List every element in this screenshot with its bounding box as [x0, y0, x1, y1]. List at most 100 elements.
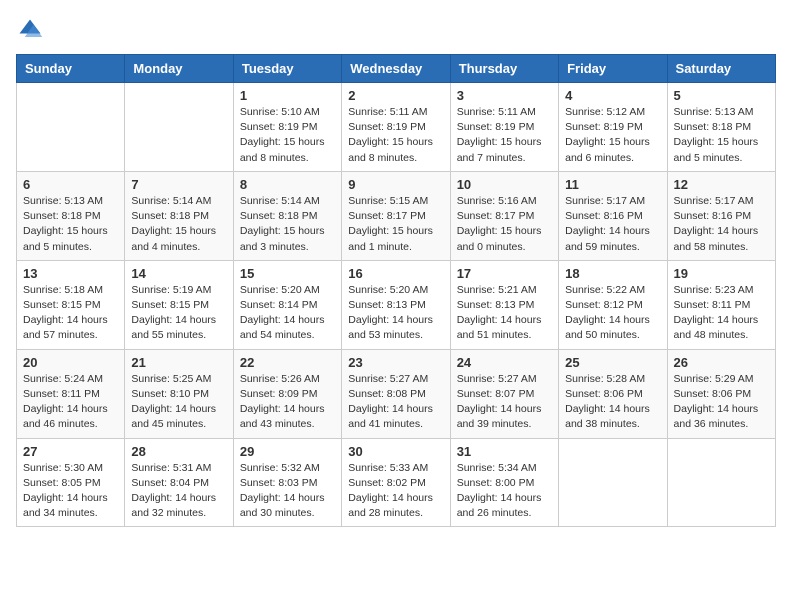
day-info: Sunrise: 5:20 AMSunset: 8:14 PMDaylight:… — [240, 283, 335, 344]
day-number: 21 — [131, 355, 226, 370]
day-number: 18 — [565, 266, 660, 281]
day-info: Sunrise: 5:28 AMSunset: 8:06 PMDaylight:… — [565, 372, 660, 433]
day-number: 26 — [674, 355, 769, 370]
calendar-cell: 7 Sunrise: 5:14 AMSunset: 8:18 PMDaylight… — [125, 171, 233, 260]
day-info: Sunrise: 5:11 AMSunset: 8:19 PMDaylight:… — [457, 105, 552, 166]
calendar-cell: 4 Sunrise: 5:12 AMSunset: 8:19 PMDaylight… — [559, 83, 667, 172]
day-number: 31 — [457, 444, 552, 459]
day-info: Sunrise: 5:32 AMSunset: 8:03 PMDaylight:… — [240, 461, 335, 522]
weekday-header-wednesday: Wednesday — [342, 55, 450, 83]
day-number: 9 — [348, 177, 443, 192]
day-info: Sunrise: 5:29 AMSunset: 8:06 PMDaylight:… — [674, 372, 769, 433]
day-number: 17 — [457, 266, 552, 281]
day-info: Sunrise: 5:13 AMSunset: 8:18 PMDaylight:… — [674, 105, 769, 166]
calendar-week-row: 20Sunrise: 5:24 AMSunset: 8:11 PMDayligh… — [17, 349, 776, 438]
day-info: Sunrise: 5:21 AMSunset: 8:13 PMDaylight:… — [457, 283, 552, 344]
day-number: 29 — [240, 444, 335, 459]
day-info: Sunrise: 5:17 AMSunset: 8:16 PMDaylight:… — [674, 194, 769, 255]
day-number: 3 — [457, 88, 552, 103]
day-number: 7 — [131, 177, 226, 192]
day-number: 4 — [565, 88, 660, 103]
calendar-cell: 23 Sunrise: 5:27 AMSunset: 8:08 PMDayligh… — [342, 349, 450, 438]
day-info: Sunrise: 5:19 AMSunset: 8:15 PMDaylight:… — [131, 283, 226, 344]
day-info: Sunrise: 5:26 AMSunset: 8:09 PMDaylight:… — [240, 372, 335, 433]
weekday-header-saturday: Saturday — [667, 55, 775, 83]
weekday-header-monday: Monday — [125, 55, 233, 83]
day-number: 28 — [131, 444, 226, 459]
calendar-cell: 28 Sunrise: 5:31 AMSunset: 8:04 PMDayligh… — [125, 438, 233, 527]
day-number: 16 — [348, 266, 443, 281]
day-info: Sunrise: 5:22 AMSunset: 8:12 PMDaylight:… — [565, 283, 660, 344]
day-number: 30 — [348, 444, 443, 459]
calendar-cell: 10 Sunrise: 5:16 AMSunset: 8:17 PMDayligh… — [450, 171, 558, 260]
day-number: 25 — [565, 355, 660, 370]
day-number: 8 — [240, 177, 335, 192]
calendar-cell: 15 Sunrise: 5:20 AMSunset: 8:14 PMDayligh… — [233, 260, 341, 349]
day-info: Sunrise: 5:27 AMSunset: 8:08 PMDaylight:… — [348, 372, 443, 433]
day-number: 10 — [457, 177, 552, 192]
calendar-cell: 24 Sunrise: 5:27 AMSunset: 8:07 PMDayligh… — [450, 349, 558, 438]
day-info: Sunrise: 5:11 AMSunset: 8:19 PMDaylight:… — [348, 105, 443, 166]
day-info: Sunrise: 5:33 AMSunset: 8:02 PMDaylight:… — [348, 461, 443, 522]
calendar-cell — [17, 83, 125, 172]
day-number: 5 — [674, 88, 769, 103]
day-info: Sunrise: 5:30 AMSunset: 8:05 PMDaylight:… — [23, 461, 118, 522]
calendar-cell: 12 Sunrise: 5:17 AMSunset: 8:16 PMDayligh… — [667, 171, 775, 260]
calendar-cell — [125, 83, 233, 172]
calendar-header-row: SundayMondayTuesdayWednesdayThursdayFrid… — [17, 55, 776, 83]
calendar-cell: 26 Sunrise: 5:29 AMSunset: 8:06 PMDayligh… — [667, 349, 775, 438]
calendar-week-row: 13 Sunrise: 5:18 AMSunset: 8:15 PMDayligh… — [17, 260, 776, 349]
calendar-cell: 20Sunrise: 5:24 AMSunset: 8:11 PMDayligh… — [17, 349, 125, 438]
day-number: 20 — [23, 355, 118, 370]
calendar-cell: 9 Sunrise: 5:15 AMSunset: 8:17 PMDaylight… — [342, 171, 450, 260]
day-info: Sunrise: 5:10 AMSunset: 8:19 PMDaylight:… — [240, 105, 335, 166]
day-number: 23 — [348, 355, 443, 370]
day-number: 2 — [348, 88, 443, 103]
day-info: Sunrise: 5:12 AMSunset: 8:19 PMDaylight:… — [565, 105, 660, 166]
day-number: 13 — [23, 266, 118, 281]
calendar-cell: 11Sunrise: 5:17 AMSunset: 8:16 PMDayligh… — [559, 171, 667, 260]
day-info: Sunrise: 5:23 AMSunset: 8:11 PMDaylight:… — [674, 283, 769, 344]
calendar-cell: 31Sunrise: 5:34 AMSunset: 8:00 PMDayligh… — [450, 438, 558, 527]
day-number: 14 — [131, 266, 226, 281]
calendar-cell: 3 Sunrise: 5:11 AMSunset: 8:19 PMDaylight… — [450, 83, 558, 172]
calendar-cell: 19 Sunrise: 5:23 AMSunset: 8:11 PMDayligh… — [667, 260, 775, 349]
calendar-cell: 16 Sunrise: 5:20 AMSunset: 8:13 PMDayligh… — [342, 260, 450, 349]
logo-icon — [16, 16, 44, 44]
weekday-header-sunday: Sunday — [17, 55, 125, 83]
calendar-table: SundayMondayTuesdayWednesdayThursdayFrid… — [16, 54, 776, 527]
day-number: 19 — [674, 266, 769, 281]
day-info: Sunrise: 5:13 AMSunset: 8:18 PMDaylight:… — [23, 194, 118, 255]
calendar-cell — [559, 438, 667, 527]
day-info: Sunrise: 5:15 AMSunset: 8:17 PMDaylight:… — [348, 194, 443, 255]
calendar-cell: 5 Sunrise: 5:13 AMSunset: 8:18 PMDaylight… — [667, 83, 775, 172]
calendar-cell: 13 Sunrise: 5:18 AMSunset: 8:15 PMDayligh… — [17, 260, 125, 349]
day-number: 11 — [565, 177, 660, 192]
calendar-cell: 2 Sunrise: 5:11 AMSunset: 8:19 PMDaylight… — [342, 83, 450, 172]
day-info: Sunrise: 5:27 AMSunset: 8:07 PMDaylight:… — [457, 372, 552, 433]
weekday-header-friday: Friday — [559, 55, 667, 83]
day-info: Sunrise: 5:18 AMSunset: 8:15 PMDaylight:… — [23, 283, 118, 344]
day-info: Sunrise: 5:14 AMSunset: 8:18 PMDaylight:… — [240, 194, 335, 255]
day-number: 1 — [240, 88, 335, 103]
day-info: Sunrise: 5:31 AMSunset: 8:04 PMDaylight:… — [131, 461, 226, 522]
calendar-cell: 14 Sunrise: 5:19 AMSunset: 8:15 PMDayligh… — [125, 260, 233, 349]
page-header — [16, 16, 776, 44]
day-info: Sunrise: 5:20 AMSunset: 8:13 PMDaylight:… — [348, 283, 443, 344]
calendar-cell: 22Sunrise: 5:26 AMSunset: 8:09 PMDayligh… — [233, 349, 341, 438]
calendar-cell: 29 Sunrise: 5:32 AMSunset: 8:03 PMDayligh… — [233, 438, 341, 527]
calendar-week-row: 6 Sunrise: 5:13 AMSunset: 8:18 PMDaylight… — [17, 171, 776, 260]
day-number: 15 — [240, 266, 335, 281]
calendar-cell: 8 Sunrise: 5:14 AMSunset: 8:18 PMDaylight… — [233, 171, 341, 260]
weekday-header-tuesday: Tuesday — [233, 55, 341, 83]
calendar-cell: 17 Sunrise: 5:21 AMSunset: 8:13 PMDayligh… — [450, 260, 558, 349]
day-number: 12 — [674, 177, 769, 192]
calendar-cell: 21Sunrise: 5:25 AMSunset: 8:10 PMDayligh… — [125, 349, 233, 438]
day-info: Sunrise: 5:16 AMSunset: 8:17 PMDaylight:… — [457, 194, 552, 255]
calendar-week-row: 27Sunrise: 5:30 AMSunset: 8:05 PMDayligh… — [17, 438, 776, 527]
calendar-cell: 6 Sunrise: 5:13 AMSunset: 8:18 PMDaylight… — [17, 171, 125, 260]
day-info: Sunrise: 5:14 AMSunset: 8:18 PMDaylight:… — [131, 194, 226, 255]
day-number: 6 — [23, 177, 118, 192]
day-number: 24 — [457, 355, 552, 370]
calendar-cell: 18 Sunrise: 5:22 AMSunset: 8:12 PMDayligh… — [559, 260, 667, 349]
